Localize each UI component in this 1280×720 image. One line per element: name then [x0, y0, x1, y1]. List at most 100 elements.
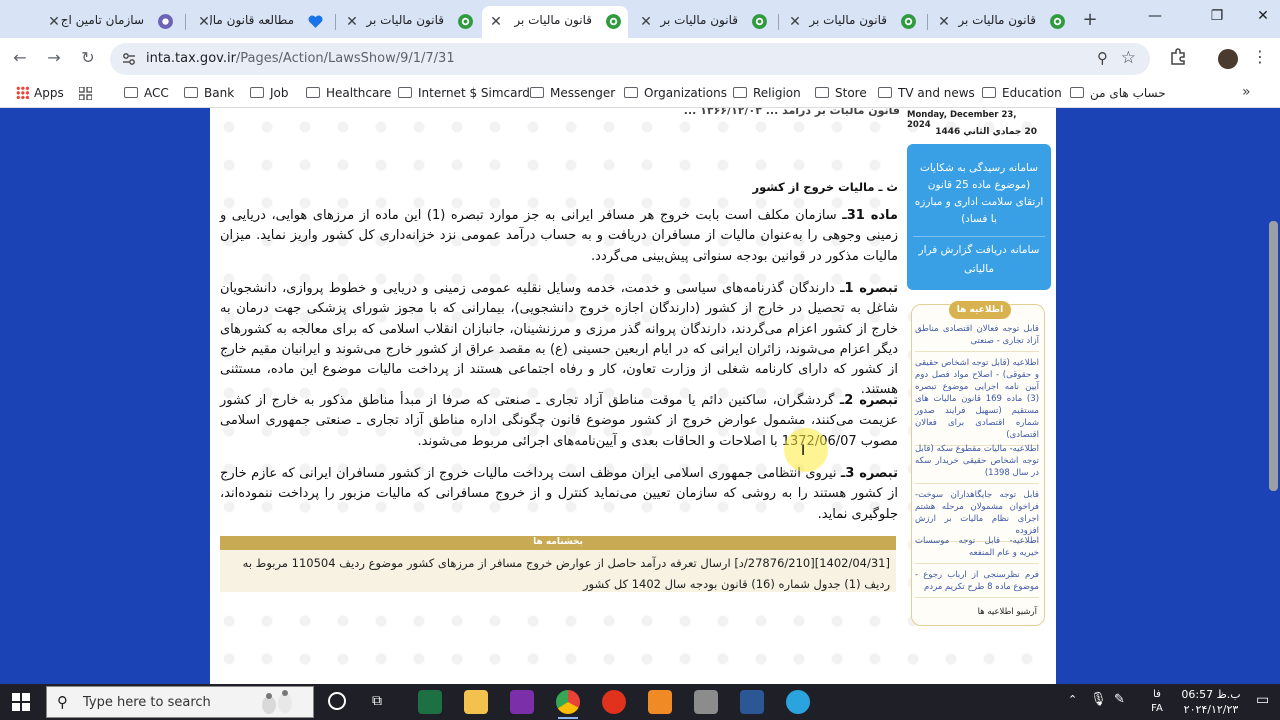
- folder-icon: [982, 87, 996, 98]
- language-indicator[interactable]: فا FA: [1148, 688, 1166, 716]
- close-icon[interactable]: ✕: [638, 14, 654, 30]
- pen-icon[interactable]: ✎: [1114, 692, 1125, 707]
- tab-divider: [778, 14, 779, 30]
- folder-icon: [124, 87, 138, 98]
- maximize-button[interactable]: ❐: [1202, 8, 1232, 24]
- bookmark-star-icon[interactable]: ☆: [1121, 48, 1136, 68]
- close-icon[interactable]: ✕: [344, 14, 360, 30]
- search-placeholder: Type here to search: [83, 695, 211, 710]
- complaints-link[interactable]: سامانه رسیدگی به شکایات (موضوع ماده 25 ق…: [913, 160, 1045, 228]
- word-icon[interactable]: [740, 690, 764, 714]
- notice-link[interactable]: فرم نظرسنجی از ارباب رجوع - موضوع ماده 8…: [915, 569, 1039, 598]
- notification-icon[interactable]: ▭: [1256, 692, 1269, 708]
- tray-chevron-up-icon[interactable]: ⌃: [1068, 693, 1077, 706]
- bookmark-folder[interactable]: Organizations: [624, 86, 727, 100]
- close-icon[interactable]: ✕: [787, 14, 803, 30]
- notices-archive-link[interactable]: آرشیو اطلاعیه ها: [978, 607, 1037, 617]
- date-hijri: 20 جمادي الثاني 1446: [935, 127, 1037, 137]
- apps-grid-icon: [16, 86, 29, 99]
- folder-icon: [624, 87, 638, 98]
- cortana-icon[interactable]: [328, 692, 346, 710]
- document-app-icon[interactable]: [694, 690, 718, 714]
- onenote-icon[interactable]: [510, 690, 534, 714]
- bookmark-apps[interactable]: Apps: [16, 86, 64, 100]
- ssi-logo-icon: [158, 14, 173, 29]
- browser-tab[interactable]: سازمان تامین اج ✕: [40, 6, 180, 38]
- folder-icon: [1070, 87, 1084, 98]
- url-path: /Pages/Action/LawsShow/9/1/7/31: [235, 51, 455, 66]
- chevron-right-icon[interactable]: »: [1242, 84, 1251, 100]
- bookmark-folder[interactable]: Healthcare: [306, 86, 391, 100]
- task-view-icon[interactable]: ⧉: [372, 693, 392, 710]
- profile-avatar[interactable]: [1218, 49, 1238, 69]
- bookmark-folder[interactable]: ACC: [124, 86, 169, 100]
- bookmark-folder[interactable]: حساب های من: [1070, 86, 1166, 100]
- bookmark-folder[interactable]: Job: [250, 86, 289, 100]
- minimize-button[interactable]: —: [1140, 8, 1170, 24]
- clock[interactable]: 06:57 ب.ظ ۲۰۲۴/۱۲/۲۳: [1175, 687, 1247, 717]
- notices-title: اطلاعیه ها: [949, 301, 1011, 319]
- browser-tab[interactable]: قانون مالیات بر ✕: [338, 6, 480, 38]
- folder-icon: [184, 87, 198, 98]
- taskbar-search-box[interactable]: ⚲ Type here to search: [46, 686, 314, 718]
- browser-toolbar: ← → ↻ inta.tax.gov.ir/Pages/Action/LawsS…: [0, 38, 1280, 80]
- telegram-icon[interactable]: [786, 690, 810, 714]
- web-page: قانون مالیات بر درآمد ... ۱۳۶۶/۱۲/۰۳ ...…: [210, 108, 1056, 684]
- bookmark-folder[interactable]: Store: [815, 86, 867, 100]
- bookmark-folder[interactable]: Bank: [184, 86, 234, 100]
- bookmark-folder[interactable]: Religion: [733, 86, 801, 100]
- zoom-icon[interactable]: ⚲: [1097, 49, 1108, 67]
- search-icon: ⚲: [57, 693, 68, 711]
- new-tab-button[interactable]: +: [1080, 9, 1100, 30]
- browser-tab[interactable]: مطالعه قانون مال ✕: [190, 6, 330, 38]
- bookmark-folder[interactable]: Internet $ Simcard: [398, 86, 530, 100]
- browser-tab-active[interactable]: قانون مالیات بر ✕: [482, 6, 628, 38]
- paragraph-lead: تبصره 2ـ: [839, 393, 898, 408]
- close-icon[interactable]: ✕: [46, 14, 62, 30]
- paragraph-lead: تبصره 3ـ: [840, 466, 898, 481]
- tab-divider: [335, 14, 336, 30]
- tax-gear-logo-icon: [458, 14, 473, 29]
- browser-tab[interactable]: قانون مالیات بر ✕: [632, 6, 774, 38]
- close-icon[interactable]: ✕: [196, 14, 212, 30]
- forward-arrow-icon[interactable]: →: [42, 48, 66, 67]
- notice-link[interactable]: اطلاعیه (قابل توجه اشخاص حقیقی و حقوقی) …: [915, 357, 1039, 446]
- site-info-icon[interactable]: [120, 50, 138, 68]
- bookmark-folder[interactable]: Messenger: [530, 86, 615, 100]
- clock-date: ۲۰۲۴/۱۲/۲۳: [1183, 703, 1239, 716]
- browser-tab[interactable]: قانون مالیات بر ✕: [781, 6, 923, 38]
- address-bar[interactable]: inta.tax.gov.ir/Pages/Action/LawsShow/9/…: [110, 43, 1150, 75]
- close-window-button[interactable]: ✕: [1248, 8, 1278, 24]
- windows-start-icon[interactable]: [12, 693, 30, 711]
- reload-icon[interactable]: ↻: [76, 48, 100, 67]
- complaints-banner[interactable]: سامانه رسیدگی به شکایات (موضوع ماده 25 ق…: [907, 144, 1051, 290]
- tax-evasion-report-link[interactable]: سامانه دریافت گزارش فرار مالیاتی: [913, 236, 1045, 279]
- notice-link[interactable]: اطلاعیه- قابل توجه موسسات خیریه و عام ال…: [915, 535, 1039, 564]
- tab-title: مطالعه قانون مال: [210, 13, 294, 27]
- excel-icon[interactable]: [418, 690, 442, 714]
- taskbar: ⚲ Type here to search ⧉ ⌃ 🎙 ✎ فا FA 06:5…: [0, 684, 1280, 720]
- url-host: inta.tax.gov.ir: [146, 51, 236, 66]
- notice-link[interactable]: قابل توجه فعالان اقتصادی مناطق آزاد تجار…: [915, 323, 1039, 352]
- bookmark-folder[interactable]: Education: [982, 86, 1062, 100]
- more-menu-icon[interactable]: ⋮: [1252, 47, 1268, 66]
- microphone-icon[interactable]: 🎙: [1090, 692, 1107, 707]
- tab-groups-grid-icon[interactable]: [79, 87, 92, 100]
- file-explorer-icon[interactable]: [464, 690, 488, 714]
- back-arrow-icon[interactable]: ←: [8, 48, 32, 67]
- opera-icon[interactable]: [602, 690, 626, 714]
- browser-tab[interactable]: قانون مالیات بر ✕: [930, 6, 1072, 38]
- notice-link[interactable]: اطلاعیه- مالیات مقطوع سکه (قابل توجه اشخ…: [915, 443, 1039, 484]
- paragraph-text: سازمان مکلف است بابت خروج هر مسافر ایران…: [220, 208, 898, 264]
- close-icon[interactable]: ✕: [936, 14, 952, 30]
- bookmark-folder[interactable]: TV and news: [878, 86, 975, 100]
- chrome-icon[interactable]: [556, 690, 580, 714]
- sticky-app-icon[interactable]: [648, 690, 672, 714]
- bookmarks-bar: Apps ACC Bank Job Healthcare Internet $ …: [0, 80, 1280, 108]
- circular-link[interactable]: [1402/04/31][27876/210/د] ارسال تعرفه در…: [230, 553, 890, 595]
- sidebar: Monday, December 23, 2024 20 جمادي الثان…: [907, 108, 1051, 684]
- extensions-puzzle-icon[interactable]: [1168, 47, 1188, 67]
- scrollbar-thumb[interactable]: [1269, 221, 1278, 491]
- close-icon[interactable]: ✕: [488, 14, 504, 30]
- tab-title: قانون مالیات بر: [514, 13, 592, 27]
